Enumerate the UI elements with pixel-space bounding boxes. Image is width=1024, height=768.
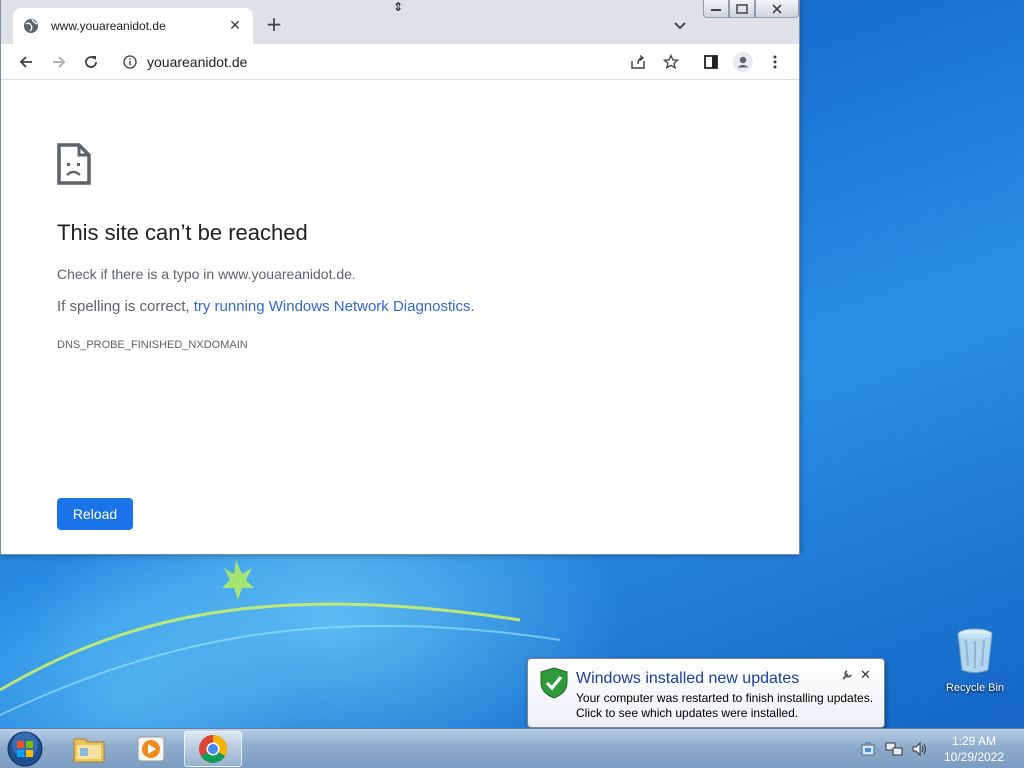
- tab-close-icon[interactable]: ✕: [227, 18, 243, 34]
- clock[interactable]: 1:29 AM 10/29/2022: [936, 733, 1012, 765]
- network-diagnostics-link[interactable]: try running Windows Network Diagnostics: [194, 298, 471, 315]
- tab-active[interactable]: www.youareanidot.de ✕: [13, 8, 253, 44]
- share-icon: [631, 54, 645, 69]
- speaker-icon: [912, 741, 926, 757]
- taskbar-chrome[interactable]: [184, 731, 242, 767]
- windows-update-icon: [861, 742, 875, 756]
- recycle-bin-label: Recycle Bin: [945, 682, 1005, 694]
- star-icon: [663, 54, 679, 70]
- mouse-cursor-icon: ⇕: [393, 0, 404, 14]
- notification-body: Your computer was restarted to finish in…: [576, 691, 873, 721]
- info-icon[interactable]: [123, 55, 137, 69]
- side-panel-button[interactable]: [700, 51, 722, 73]
- reload-icon: [85, 56, 97, 68]
- chrome-window: www.youareanidot.de ✕ + ⇕ youareanidot.d…: [0, 0, 800, 555]
- error-suggestion-typo: Check if there is a typo in www.youarean…: [57, 266, 356, 282]
- error-page: This site can’t be reached Check if ther…: [1, 80, 799, 554]
- minimize-button[interactable]: [703, 0, 729, 18]
- chrome-icon: [199, 735, 227, 763]
- folder-icon: [73, 738, 105, 763]
- tab-title: www.youareanidot.de: [51, 19, 166, 33]
- forward-button[interactable]: [48, 51, 70, 73]
- menu-button[interactable]: [764, 51, 786, 73]
- window-controls: [703, 0, 799, 18]
- updates-tray-icon[interactable]: [858, 739, 878, 759]
- taskbar: 1:29 AM 10/29/2022: [0, 728, 1024, 768]
- restore-icon: [736, 3, 748, 14]
- notification-close-icon[interactable]: ✕: [860, 667, 871, 683]
- network-tray-icon[interactable]: [884, 739, 904, 759]
- reload-toolbar-button[interactable]: [80, 51, 102, 73]
- tab-search-chevron-icon[interactable]: [671, 16, 689, 34]
- close-window-button[interactable]: [755, 0, 799, 18]
- address-bar[interactable]: youareanidot.de: [113, 47, 693, 77]
- volume-tray-icon[interactable]: [910, 739, 930, 759]
- close-icon: [772, 3, 782, 14]
- restore-button[interactable]: [729, 0, 755, 18]
- back-button[interactable]: [15, 51, 37, 73]
- browser-toolbar: youareanidot.de: [1, 44, 799, 80]
- back-arrow-icon: [19, 56, 32, 68]
- share-button[interactable]: [627, 51, 649, 73]
- diagnostics-prefix: If spelling is correct,: [57, 298, 194, 315]
- error-suggestion-diagnostics: If spelling is correct, try running Wind…: [57, 298, 475, 315]
- start-button[interactable]: [4, 730, 46, 768]
- profile-avatar-icon: [733, 52, 753, 72]
- taskbar-explorer[interactable]: [60, 731, 118, 767]
- notification-line1: Your computer was restarted to finish in…: [576, 691, 874, 705]
- kebab-menu-icon: [773, 55, 777, 69]
- url-text: youareanidot.de: [147, 54, 248, 70]
- recycle-bin[interactable]: Recycle Bin: [940, 628, 1010, 694]
- new-tab-button[interactable]: +: [263, 14, 285, 36]
- side-panel-icon: [704, 55, 718, 69]
- forward-arrow-icon: [53, 56, 66, 68]
- media-player-icon: [137, 736, 165, 762]
- clock-date: 10/29/2022: [943, 750, 1005, 764]
- globe-icon: [24, 19, 38, 33]
- error-code: DNS_PROBE_FINISHED_NXDOMAIN: [57, 339, 248, 351]
- profile-button[interactable]: [732, 51, 754, 73]
- taskbar-media-player[interactable]: [122, 731, 180, 767]
- recycle-bin-icon: [957, 628, 993, 673]
- reload-button[interactable]: Reload: [57, 498, 133, 530]
- network-icon: [885, 742, 903, 756]
- wrench-icon[interactable]: [841, 669, 853, 681]
- sad-document-icon: [57, 143, 91, 185]
- notification-line2: Click to see which updates were installe…: [576, 706, 799, 720]
- update-notification[interactable]: Windows installed new updates Your compu…: [527, 658, 885, 740]
- clock-time: 1:29 AM: [951, 734, 997, 748]
- system-tray: [858, 729, 936, 768]
- notification-title: Windows installed new updates: [576, 670, 800, 687]
- tab-strip: www.youareanidot.de ✕ + ⇕: [1, 0, 799, 44]
- security-shield-icon: [540, 667, 568, 699]
- diagnostics-suffix: .: [470, 298, 475, 315]
- minimize-icon: [711, 8, 721, 11]
- bookmark-button[interactable]: [660, 51, 682, 73]
- error-title: This site can’t be reached: [57, 220, 308, 245]
